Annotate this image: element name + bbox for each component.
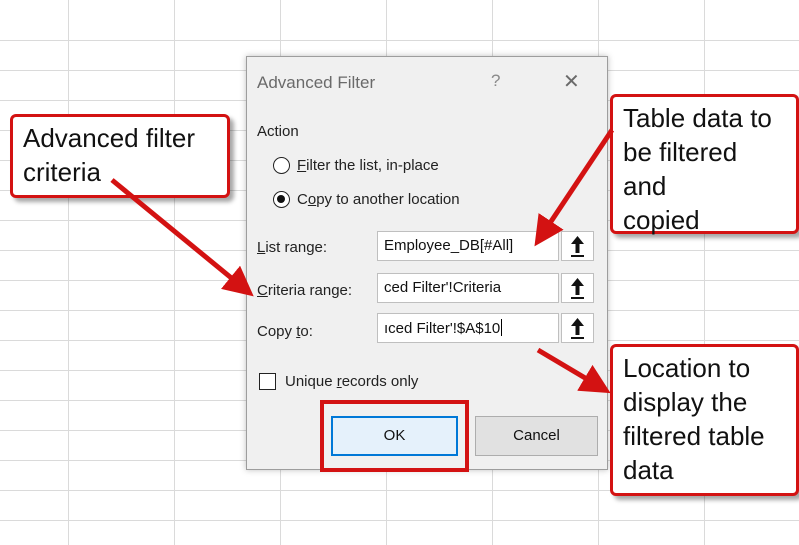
list-range-input[interactable]: Employee_DB[#All]	[377, 231, 559, 261]
copy-to-location-label: Copy to another location	[297, 191, 460, 208]
close-icon[interactable]: ✕	[563, 69, 580, 94]
copy-to-location-radio[interactable]	[273, 191, 290, 208]
upload-arrow-icon	[571, 278, 584, 299]
criteria-range-label: Criteria range:	[257, 282, 353, 299]
cancel-button[interactable]: Cancel	[475, 416, 598, 456]
dialog-titlebar[interactable]: Advanced Filter ? ✕	[247, 57, 607, 109]
list-range-label: List range:	[257, 239, 328, 256]
filter-in-place-label: Filter the list, in-place	[297, 157, 439, 174]
upload-arrow-icon	[571, 318, 584, 339]
action-group-label: Action	[257, 123, 299, 140]
unique-records-checkbox[interactable]	[259, 373, 276, 390]
grid-column-line	[174, 0, 175, 545]
copy-to-collapse-button[interactable]	[561, 313, 594, 343]
filter-in-place-radio[interactable]	[273, 157, 290, 174]
text-caret	[501, 319, 503, 336]
criteria-range-input[interactable]: ced Filter'!Criteria	[377, 273, 559, 303]
location-callout: Location to display the filtered table d…	[610, 344, 799, 496]
table-data-callout: Table data to be filtered and copied	[610, 94, 799, 235]
list-range-collapse-button[interactable]	[561, 231, 594, 261]
help-icon[interactable]: ?	[491, 71, 500, 91]
criteria-callout: Advanced filter criteria	[10, 114, 230, 198]
unique-records-label: Unique records only	[285, 373, 419, 390]
upload-arrow-icon	[571, 236, 584, 257]
copy-to-label: Copy to:	[257, 323, 313, 340]
grid-column-line	[68, 0, 69, 545]
ok-highlight-box	[320, 400, 469, 472]
grid-row-line	[0, 40, 799, 41]
copy-to-input[interactable]: ıced Filter'!$A$10	[377, 313, 559, 343]
dialog-title: Advanced Filter	[257, 73, 376, 92]
criteria-range-collapse-button[interactable]	[561, 273, 594, 303]
radio-dot	[277, 195, 285, 203]
grid-row-line	[0, 520, 799, 521]
